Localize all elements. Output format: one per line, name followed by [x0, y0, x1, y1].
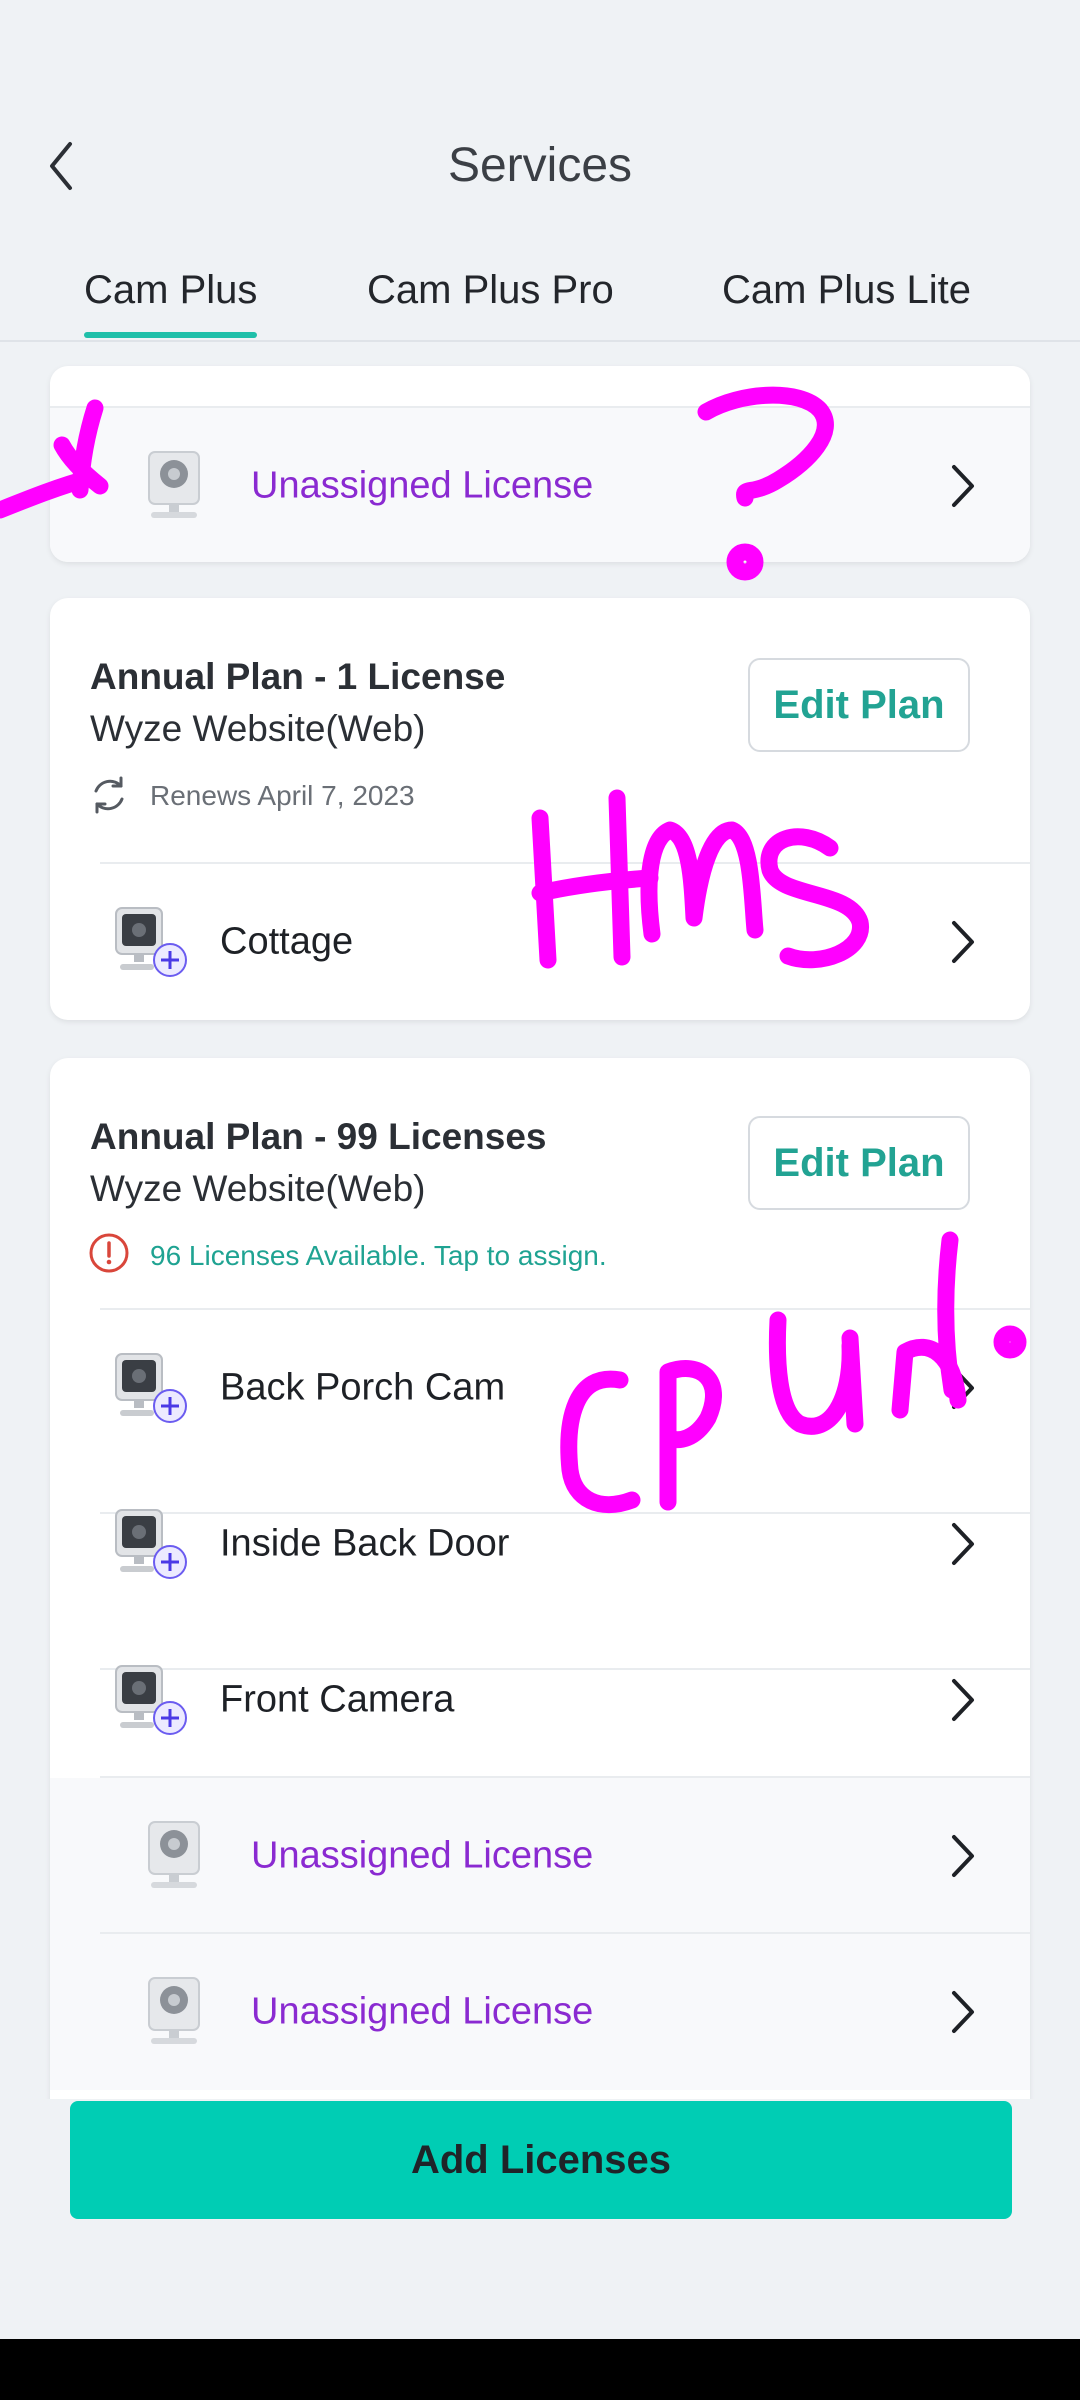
camera-icon [148, 1821, 200, 1888]
plan-title: Annual Plan - 1 License [90, 656, 506, 697]
edit-plan-button[interactable]: Edit Plan [748, 1116, 970, 1210]
device-row[interactable]: Cottage [50, 864, 1030, 1020]
chevron-right-icon [952, 1523, 974, 1565]
device-name: Front Camera [220, 1678, 455, 1721]
device-name: Back Porch Cam [220, 1366, 506, 1409]
camera-add-icon [115, 907, 187, 977]
camera-add-icon [115, 1353, 187, 1423]
row-divider [100, 1308, 1030, 1310]
unassigned-license-row[interactable]: Unassigned License [50, 1934, 1030, 2090]
tab-cam-plus-pro[interactable]: Cam Plus Pro [367, 268, 614, 313]
renewal-date: Renews April 7, 2023 [150, 780, 415, 811]
plan-card: Annual Plan - 99 Licenses Wyze Website(W… [50, 1058, 1030, 2099]
unassigned-license-row[interactable]: Unassigned License [50, 408, 1030, 562]
device-name: Inside Back Door [220, 1522, 510, 1565]
plan-card: Annual Plan - 1 License Wyze Website(Web… [50, 598, 1030, 1020]
edit-plan-button[interactable]: Edit Plan [748, 658, 970, 752]
chevron-right-icon [952, 1679, 974, 1721]
row-label: Unassigned License [251, 464, 594, 507]
app-header: Services Cam Plus Cam Plus Pro Cam Plus … [0, 0, 1080, 342]
chevron-right-icon [952, 1367, 974, 1409]
camera-add-icon [115, 1509, 187, 1579]
plan-source: Wyze Website(Web) [90, 1168, 426, 1209]
chevron-right-icon [952, 1991, 974, 2033]
device-name: Cottage [220, 920, 354, 963]
camera-icon [148, 1977, 200, 2044]
tab-cam-plus[interactable]: Cam Plus [84, 268, 257, 313]
unassigned-license-row[interactable]: Unassigned License [50, 1778, 1030, 1934]
chevron-right-icon [952, 465, 974, 507]
row-divider [100, 1932, 1030, 1934]
system-nav-bar [0, 2339, 1080, 2400]
device-row[interactable]: Inside Back Door [50, 1466, 1030, 1622]
row-label: Unassigned License [251, 1990, 594, 2033]
row-label: Unassigned License [251, 1834, 594, 1877]
add-licenses-button[interactable]: Add Licenses [70, 2101, 1012, 2219]
camera-icon [148, 451, 200, 518]
plan-source: Wyze Website(Web) [90, 708, 426, 749]
row-divider [100, 1776, 1030, 1778]
services-list[interactable]: Unassigned License Annual Plan - 1 Licen… [0, 342, 1080, 2099]
licenses-available[interactable]: 96 Licenses Available. Tap to assign. [150, 1240, 607, 1272]
page-title: Services [447, 139, 633, 192]
header-divider [0, 340, 1080, 342]
camera-add-icon [115, 1665, 187, 1735]
chevron-right-icon [952, 921, 974, 963]
license-card: Unassigned License [50, 366, 1030, 562]
active-tab-indicator [84, 332, 257, 338]
tab-cam-plus-lite[interactable]: Cam Plus Lite [722, 268, 971, 313]
device-row[interactable]: Front Camera [50, 1622, 1030, 1778]
alert-icon [89, 1233, 129, 1273]
chevron-right-icon [952, 1835, 974, 1877]
renew-icon [94, 776, 124, 814]
plan-title: Annual Plan - 99 Licenses [90, 1116, 547, 1157]
device-row[interactable]: Back Porch Cam [50, 1310, 1030, 1466]
